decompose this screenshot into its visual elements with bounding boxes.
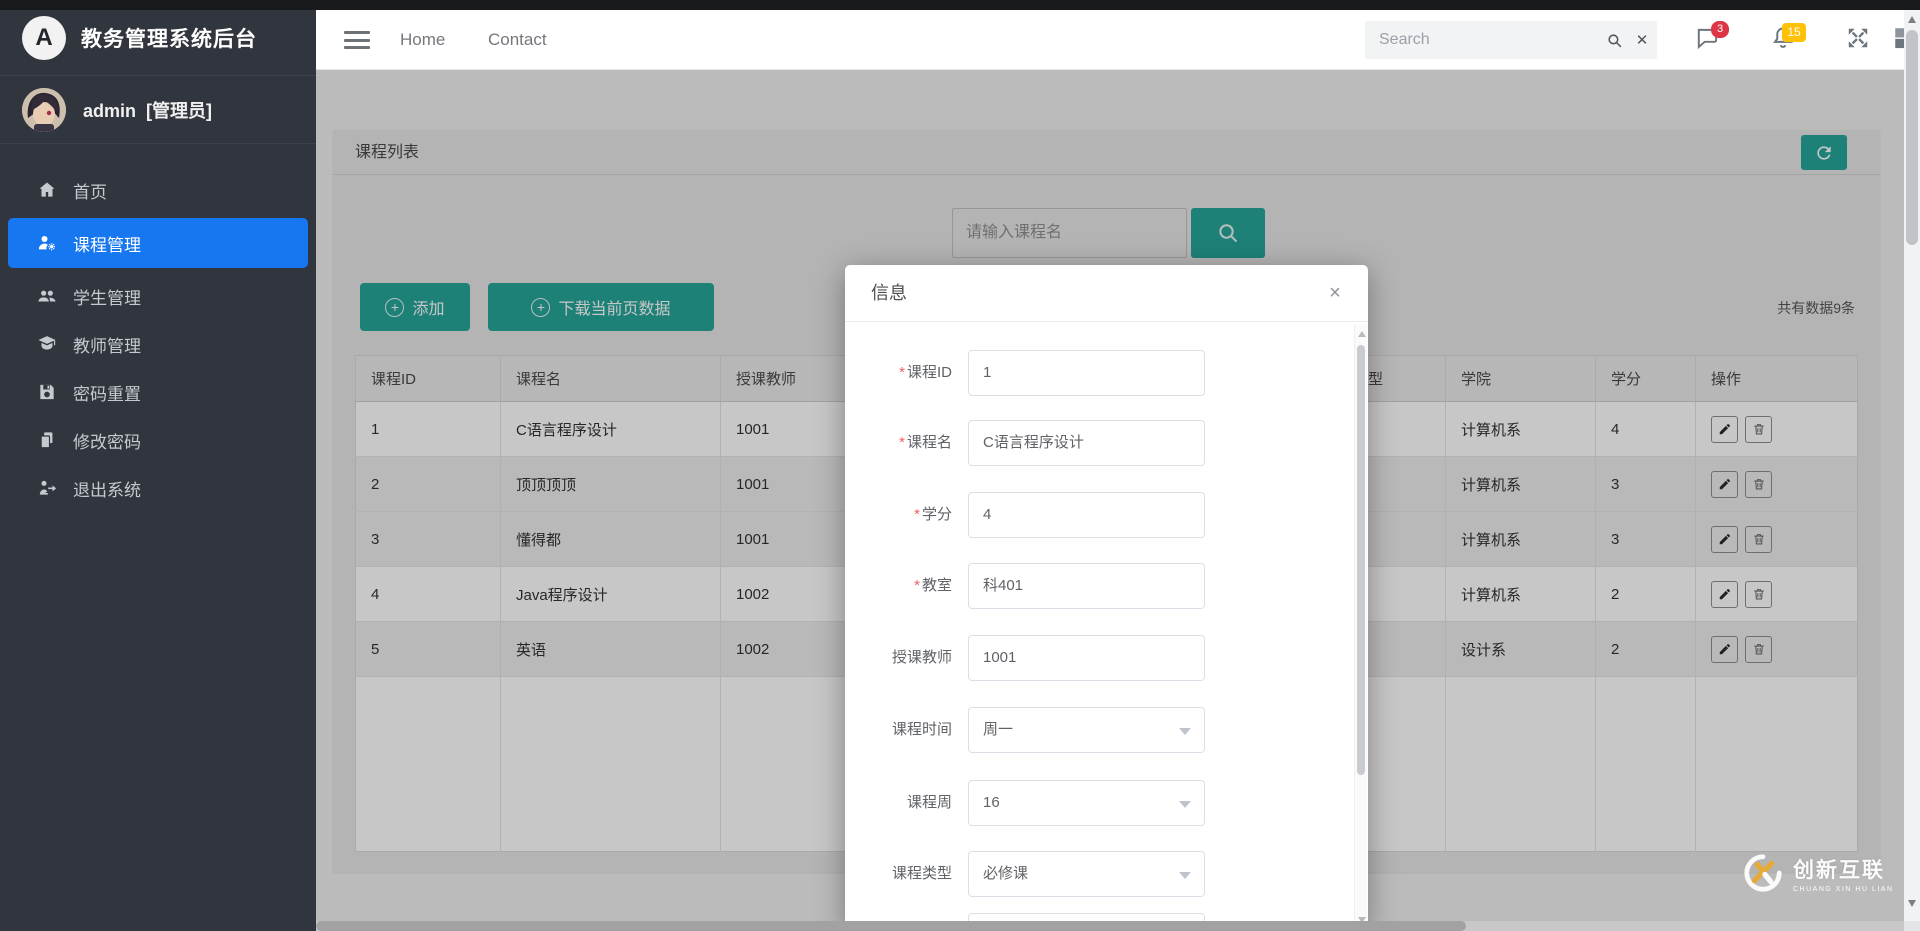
course-time-select[interactable]: 周一 [968,707,1205,753]
notifications-button[interactable]: 15 [1770,25,1802,57]
fullscreen-icon[interactable] [1845,25,1877,57]
watermark-logo-icon [1742,852,1784,894]
modal-title: 信息 [845,265,1368,322]
scroll-down-arrow-icon[interactable] [1908,900,1916,907]
sign-out-icon [36,477,58,499]
field-course-id: *课程ID 1 [845,350,1368,396]
brand: A 教务管理系统后台 [0,0,316,76]
search-icon[interactable] [1601,32,1627,49]
modal-scrollbar-thumb[interactable] [1357,345,1365,775]
teacher-input[interactable]: 1001 [968,635,1205,681]
messages-badge: 3 [1711,21,1729,38]
scroll-up-arrow-icon[interactable] [1908,16,1916,23]
sidebar-item-course-mgmt[interactable]: 课程管理 [8,218,308,268]
home-icon [36,179,58,201]
required-asterisk: * [914,506,920,523]
sidebar: A 教务管理系统后台 admin [管理员] 首页 课程 [0,0,316,931]
field-course-name: *课程名 C语言程序设计 [845,420,1368,466]
users-icon [36,285,58,307]
teacher-icon [36,333,58,355]
nav-link-contact[interactable]: Contact [488,10,547,70]
page-vertical-scrollbar[interactable] [1904,10,1920,921]
field-course-time: 课程时间 周一 [845,707,1368,753]
navbar-search-input[interactable]: Search ✕ [1365,21,1657,59]
horizontal-scrollbar-thumb[interactable] [316,921,1466,931]
navbar-search-placeholder: Search [1365,31,1601,49]
field-course-type: 课程类型 必修课 [845,851,1368,897]
watermark-text: 创新互联 [1793,854,1894,884]
window-top-edge [0,0,1920,10]
course-week-select[interactable]: 16 [968,780,1205,826]
user-box: admin [管理员] [0,76,316,144]
sidebar-item-logout[interactable]: 退出系统 [0,464,316,512]
course-type-select[interactable]: 必修课 [968,851,1205,897]
info-modal: 信息 × *课程ID 1 *课程名 C语言程序设计 *学分 4 *教室 科401… [845,265,1368,931]
close-icon[interactable]: × [1322,280,1348,306]
required-asterisk: * [899,434,905,451]
nav-link-home[interactable]: Home [400,10,445,70]
notifications-badge: 15 [1782,23,1806,42]
app-title: 教务管理系统后台 [81,23,257,53]
messages-button[interactable]: 3 [1695,25,1727,57]
content-horizontal-scrollbar[interactable] [316,921,1904,931]
field-classroom: *教室 科401 [845,563,1368,609]
floppy-icon [36,381,58,403]
field-teacher: 授课教师 1001 [845,635,1368,681]
scrollbar-corner [1904,921,1920,931]
hamburger-menu-icon[interactable] [344,29,370,51]
user-gear-icon [36,232,58,254]
sidebar-item-change-password[interactable]: 修改密码 [0,416,316,464]
watermark-subtext: CHUANG XIN HU LIAN [1793,886,1894,893]
user-avatar[interactable] [22,88,66,132]
classroom-input[interactable]: 科401 [968,563,1205,609]
sidebar-menu: 首页 课程管理 学生管理 教师管理 密码重置 [0,144,316,512]
watermark: 创新互联 CHUANG XIN HU LIAN [1742,852,1894,894]
sidebar-item-student-mgmt[interactable]: 学生管理 [0,272,316,320]
credit-input[interactable]: 4 [968,492,1205,538]
clear-search-icon[interactable]: ✕ [1627,31,1657,49]
app-logo-icon: A [22,16,66,60]
vertical-scrollbar-thumb[interactable] [1906,30,1918,245]
top-navbar: Home Contact Search ✕ 3 15 [316,10,1904,70]
course-name-input[interactable]: C语言程序设计 [968,420,1205,466]
sidebar-item-home[interactable]: 首页 [0,166,316,214]
field-credit: *学分 4 [845,492,1368,538]
course-id-input[interactable]: 1 [968,350,1205,396]
sidebar-item-password-reset[interactable]: 密码重置 [0,368,316,416]
copy-icon [36,429,58,451]
field-course-week: 课程周 16 [845,780,1368,826]
required-asterisk: * [899,364,905,381]
sidebar-item-teacher-mgmt[interactable]: 教师管理 [0,320,316,368]
scroll-up-arrow-icon[interactable] [1358,331,1366,337]
required-asterisk: * [914,577,920,594]
modal-scrollbar[interactable] [1354,325,1367,931]
user-name: admin [管理员] [83,97,212,123]
